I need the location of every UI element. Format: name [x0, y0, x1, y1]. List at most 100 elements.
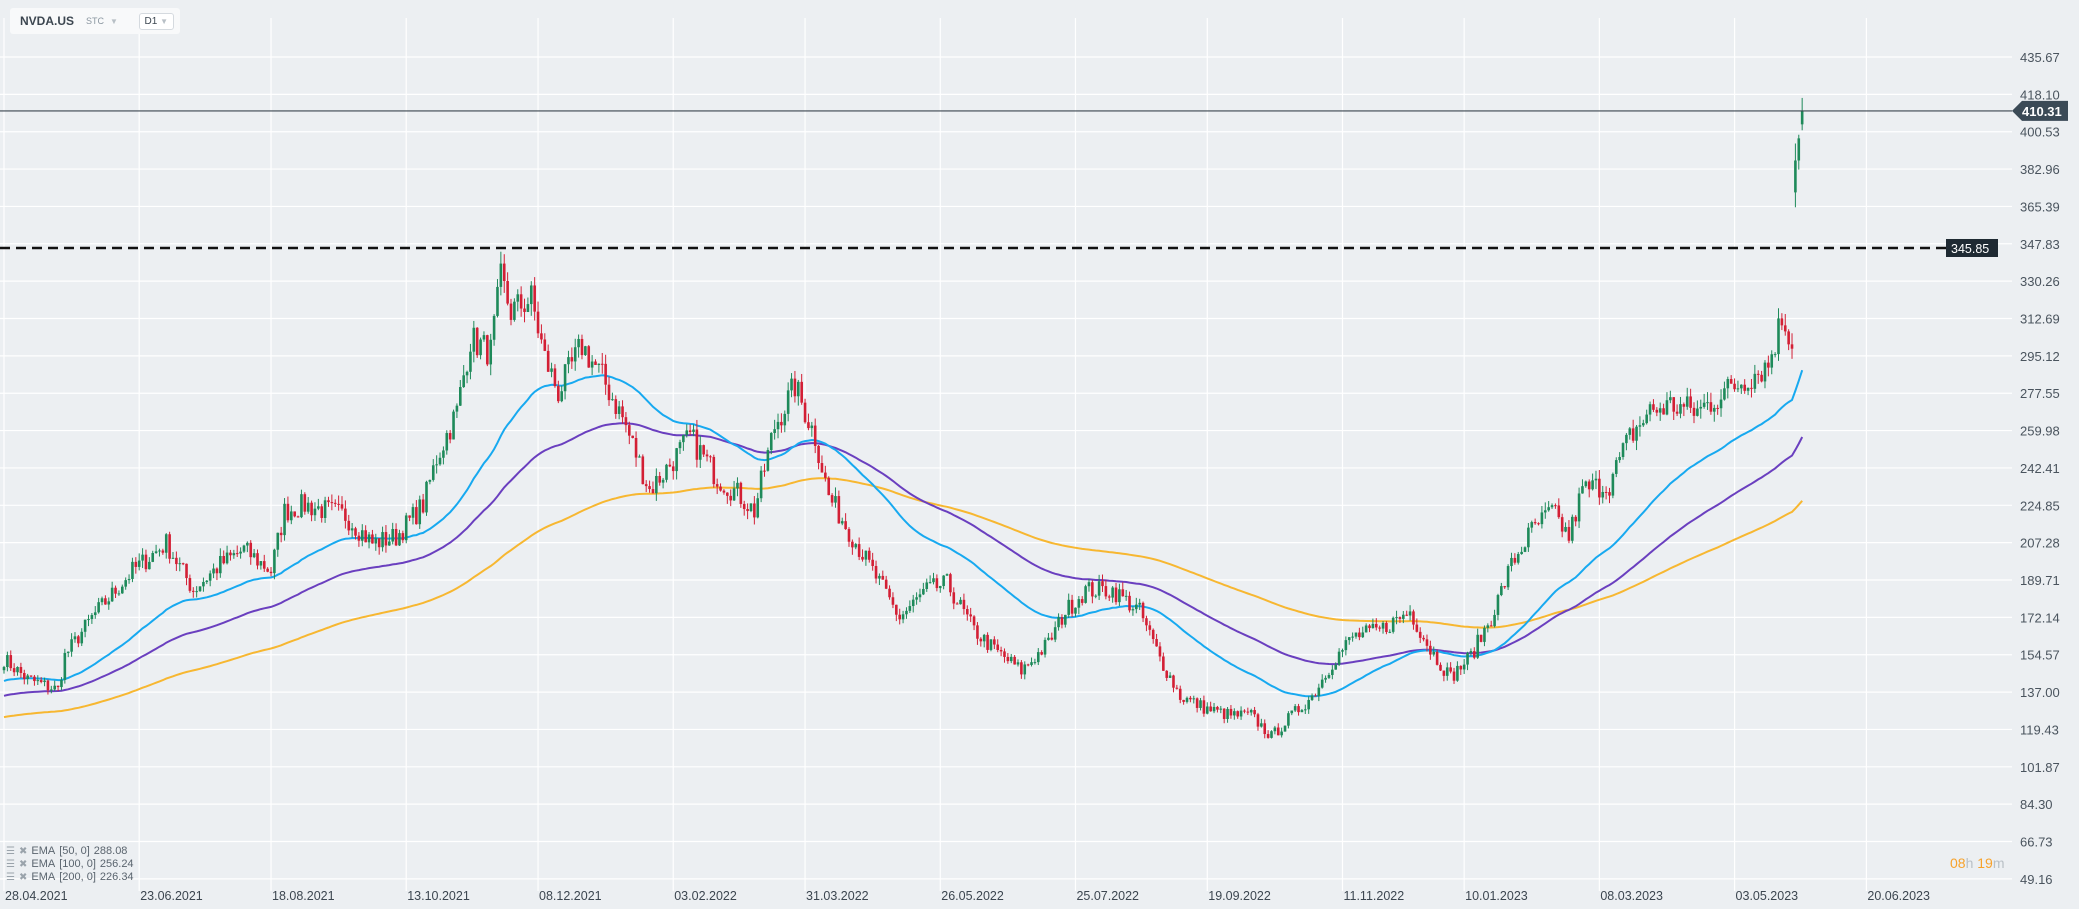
candle-up	[124, 580, 127, 587]
candle-up	[1124, 595, 1128, 597]
candle-up	[1047, 637, 1050, 640]
candle-down	[1229, 708, 1233, 716]
settings-icon[interactable]: ☰	[6, 845, 15, 858]
candle-down	[1449, 667, 1452, 672]
y-tick-label: 172.14	[2020, 610, 2060, 625]
indicator-legend: ☰ ✖ EMA [50, 0] 288.08 ☰ ✖ EMA [100, 0] 256.24 ☰…	[6, 845, 134, 884]
candle-up	[391, 528, 394, 542]
candle-up	[1611, 473, 1615, 496]
candle-up	[1287, 713, 1290, 726]
candle-down	[310, 502, 313, 516]
candle-down	[364, 530, 367, 543]
close-icon[interactable]: ✖	[19, 871, 27, 884]
candle-down	[330, 502, 334, 504]
candle-down	[114, 587, 117, 594]
candle-up	[1540, 512, 1544, 525]
candle-up	[1719, 399, 1723, 409]
symbol-header: NVDA.US STC ▼ D1 ▼	[10, 8, 180, 34]
candle-up	[1510, 557, 1513, 567]
close-icon[interactable]: ✖	[19, 845, 27, 858]
candle-down	[976, 625, 979, 639]
candle-down	[614, 399, 618, 414]
close-icon[interactable]: ✖	[19, 858, 27, 871]
legend-params: [200, 0]	[59, 871, 96, 883]
candle-down	[371, 534, 374, 544]
candle-up	[1432, 651, 1436, 655]
candle-up	[425, 481, 428, 513]
candle-up	[1445, 667, 1449, 676]
candle-down	[739, 482, 743, 504]
candle-down	[658, 475, 662, 483]
candle-up	[1547, 507, 1550, 511]
candle-up	[317, 506, 320, 509]
candle-up	[300, 494, 303, 518]
candle-down	[780, 421, 783, 426]
candle-down	[1479, 634, 1483, 642]
candle-up	[459, 387, 462, 406]
chevron-down-icon[interactable]: ▼	[110, 17, 118, 26]
candle-up	[283, 503, 286, 536]
candle-down	[996, 644, 1000, 650]
candle-up	[590, 361, 594, 368]
candle-up	[766, 450, 770, 471]
candle-down	[1175, 687, 1179, 689]
y-tick-label: 382.96	[2020, 162, 2060, 177]
candle-down	[813, 425, 817, 446]
candle-down	[1151, 629, 1155, 640]
candle-up	[350, 528, 354, 531]
candle-down	[1209, 706, 1212, 712]
candle-down	[1780, 318, 1784, 326]
candle-up	[418, 499, 422, 525]
candle-up	[398, 533, 401, 546]
symbol-label[interactable]: NVDA.US	[20, 14, 74, 28]
candle-up	[573, 347, 577, 362]
candle-up	[323, 500, 327, 518]
candle-up	[1408, 611, 1412, 616]
candle-up	[232, 553, 236, 556]
candle-down	[215, 568, 219, 574]
candle-up	[1736, 388, 1740, 390]
candle-down	[824, 472, 827, 478]
timeframe-value: D1	[144, 15, 158, 27]
candle-down	[408, 515, 411, 518]
candle-down	[827, 477, 831, 496]
candle-down	[715, 484, 719, 487]
candle-up	[208, 573, 212, 581]
price-chart[interactable]: 435.67 418.10 400.53 382.96 365.39 347.83 330.…	[0, 0, 2079, 909]
candle-up	[242, 545, 246, 552]
candle-up	[225, 552, 229, 564]
source-label[interactable]: STC	[86, 16, 104, 26]
candle-up	[273, 549, 276, 574]
candle-up	[1746, 387, 1750, 391]
candle-down	[1195, 698, 1199, 708]
candle-up	[1053, 627, 1057, 640]
candle-up	[212, 568, 215, 574]
candle-up	[1712, 407, 1716, 412]
x-tick-label: 23.06.2021	[140, 889, 203, 903]
candle-up	[360, 530, 364, 541]
candle-up	[526, 304, 530, 312]
x-tick-label: 28.04.2021	[5, 889, 68, 903]
legend-params: [100, 0]	[59, 858, 96, 870]
candle-up	[1699, 406, 1703, 409]
candle-up	[1344, 640, 1348, 651]
settings-icon[interactable]: ☰	[6, 858, 15, 871]
candle-down	[1503, 586, 1507, 588]
timeframe-select[interactable]: D1 ▼	[138, 12, 174, 30]
candle-up	[1293, 706, 1297, 711]
candle-up	[1642, 423, 1645, 426]
candle-down	[46, 680, 50, 691]
x-tick-label: 25.07.2022	[1076, 889, 1139, 903]
candle-down	[1182, 699, 1185, 702]
candle-down	[935, 578, 939, 589]
candle-up	[945, 574, 949, 576]
candle-down	[1006, 656, 1010, 662]
candle-up	[93, 612, 97, 616]
candle-up	[411, 507, 415, 518]
settings-icon[interactable]: ☰	[6, 871, 15, 884]
candle-down	[1141, 602, 1145, 619]
candle-up	[1571, 516, 1574, 541]
candle-down	[695, 429, 699, 460]
candle-down	[587, 346, 591, 368]
x-tick-label: 10.01.2023	[1465, 889, 1528, 903]
